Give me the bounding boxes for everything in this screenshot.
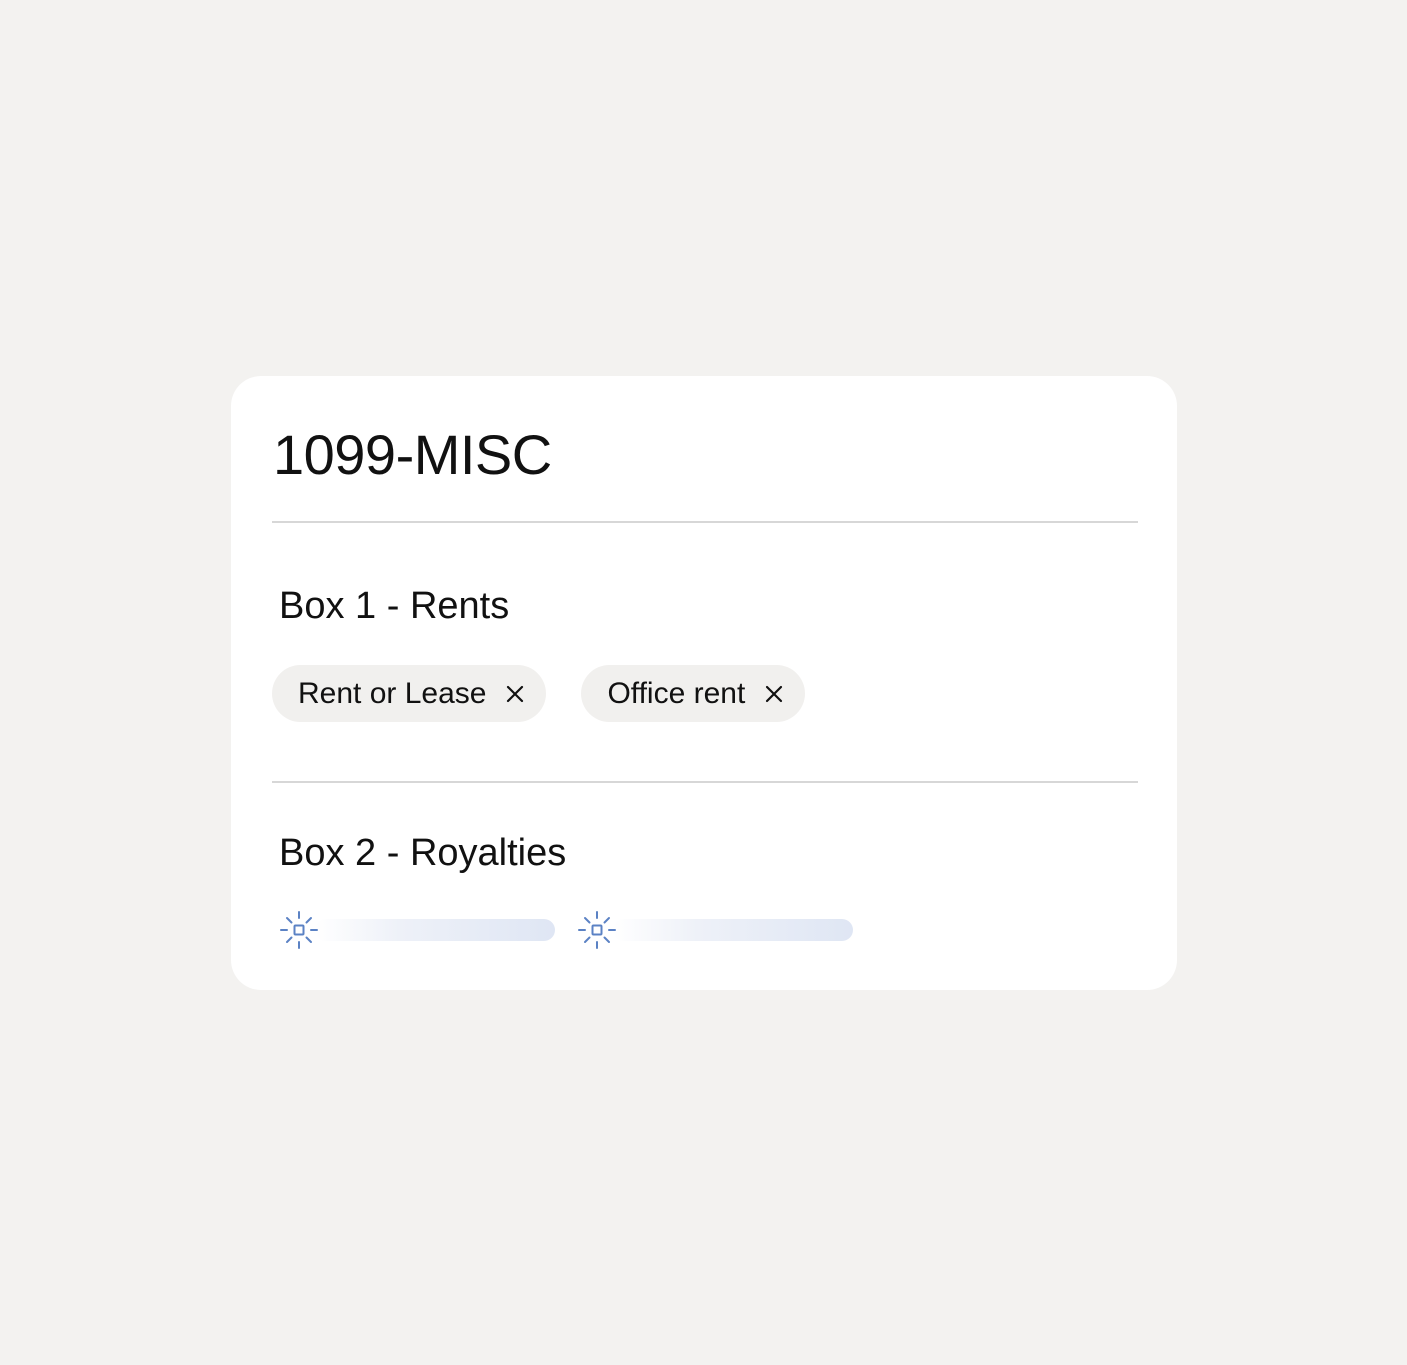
box-2-loading-list (279, 910, 853, 950)
chip-label: Office rent (607, 676, 746, 710)
chip-office-rent[interactable]: Office rent (581, 665, 806, 722)
skeleton-bar (613, 919, 853, 941)
close-icon[interactable] (763, 683, 785, 705)
section-divider (272, 781, 1138, 783)
title-divider (272, 521, 1138, 523)
chip-label: Rent or Lease (298, 676, 487, 710)
ai-sparkle-icon (577, 910, 617, 950)
close-icon[interactable] (504, 683, 526, 705)
form-card: 1099-MISC Box 1 - Rents Rent or Lease Of… (231, 376, 1177, 990)
box-1-chip-list: Rent or Lease Office rent (272, 665, 806, 722)
ai-sparkle-icon (279, 910, 319, 950)
chip-rent-or-lease[interactable]: Rent or Lease (272, 665, 547, 722)
skeleton-bar (315, 919, 555, 941)
loading-placeholder (279, 910, 555, 950)
loading-placeholder (577, 910, 853, 950)
form-title: 1099-MISC (273, 423, 552, 486)
section-title-box-1: Box 1 - Rents (279, 585, 510, 627)
section-title-box-2: Box 2 - Royalties (279, 832, 567, 874)
